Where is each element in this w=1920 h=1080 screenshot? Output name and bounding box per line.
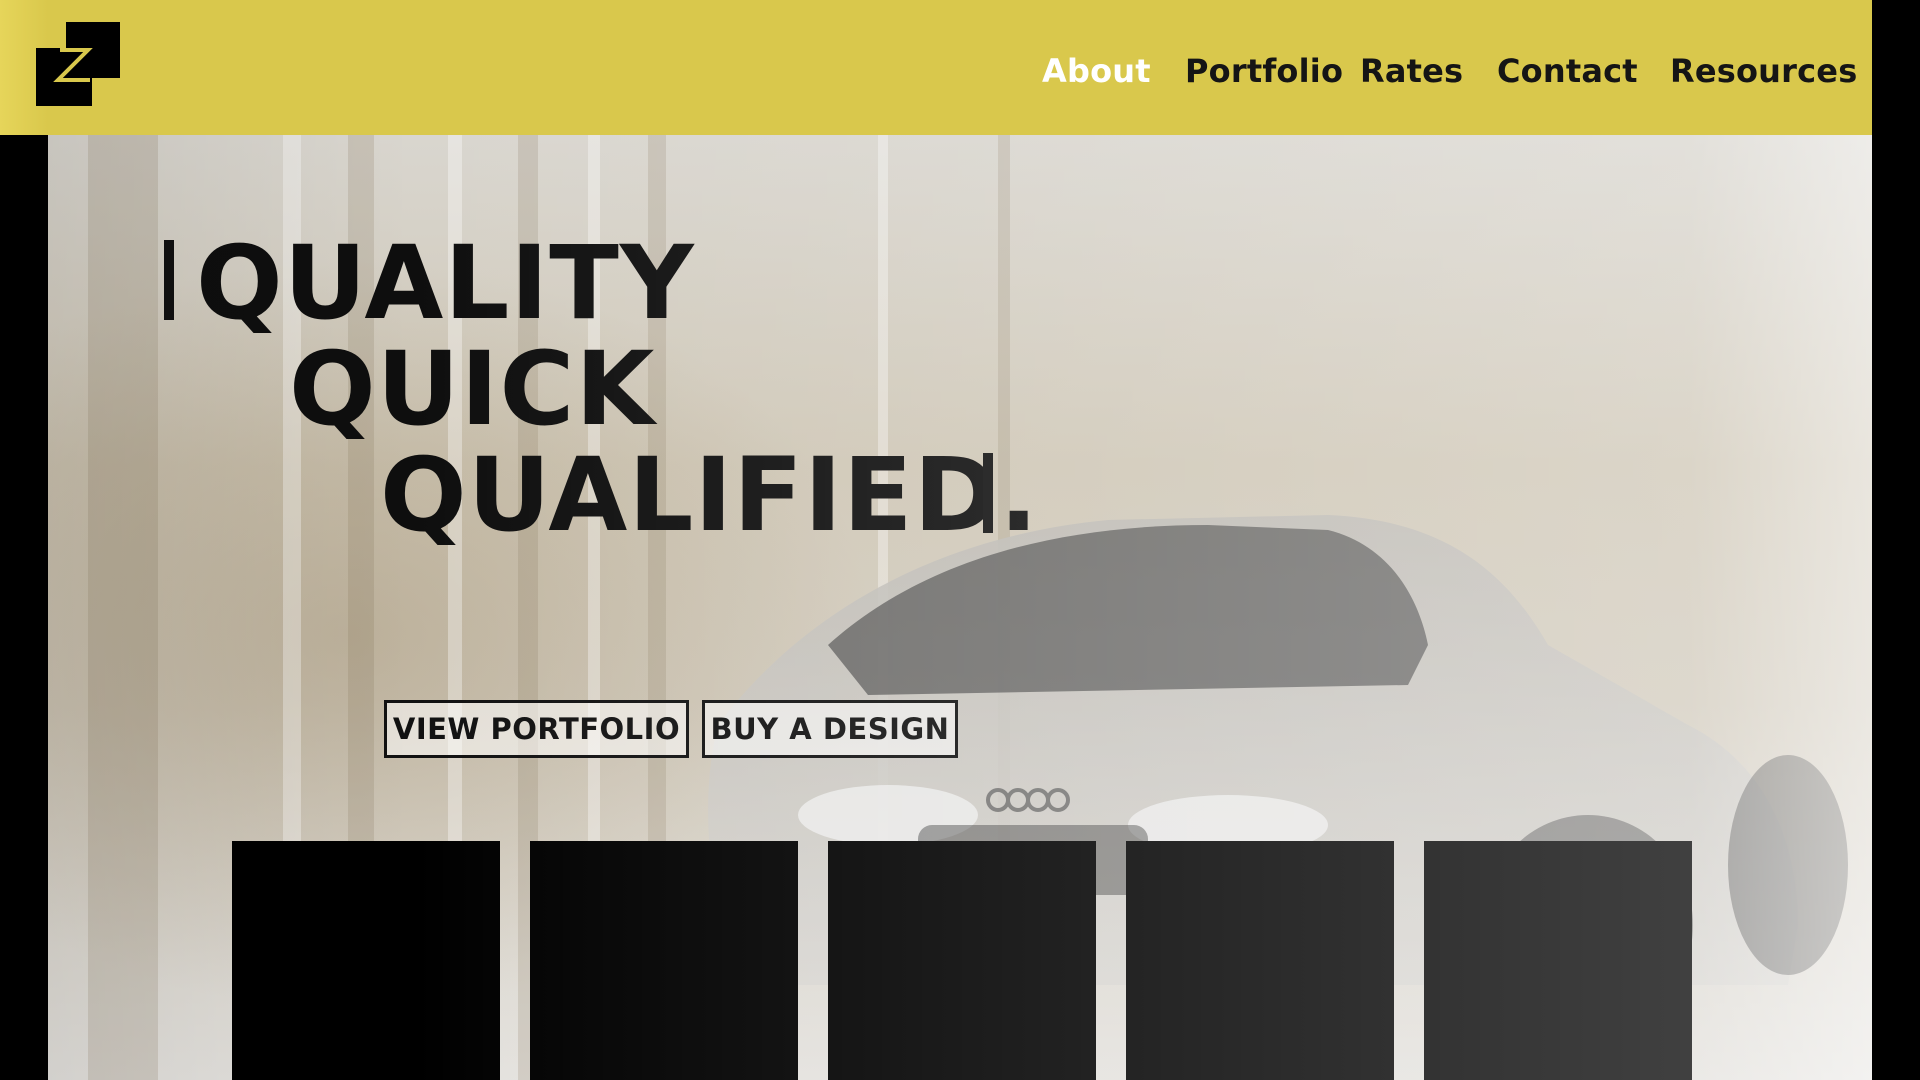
right-edge-bar bbox=[1872, 0, 1920, 1080]
text-cursor-end bbox=[983, 453, 993, 533]
buy-design-button[interactable]: BUY A DESIGN bbox=[702, 700, 958, 758]
portfolio-tile[interactable] bbox=[1126, 841, 1394, 1080]
headline-qualified: QUALIFIED. bbox=[380, 436, 1040, 555]
background-tree bbox=[88, 135, 158, 1080]
headline-quick: QUICK bbox=[289, 330, 656, 449]
nav-contact[interactable]: Contact bbox=[1497, 52, 1638, 90]
nav-portfolio[interactable]: Portfolio bbox=[1185, 52, 1343, 90]
portfolio-tile[interactable] bbox=[232, 841, 500, 1080]
portfolio-tile[interactable] bbox=[828, 841, 1096, 1080]
hero-section: QUALITY QUICK QUALIFIED. VIEW PORTFOLIO … bbox=[48, 135, 1872, 1080]
site-header: About Portfolio Rates Contact Resources bbox=[0, 0, 1872, 135]
nav-resources[interactable]: Resources bbox=[1670, 52, 1857, 90]
view-portfolio-button[interactable]: VIEW PORTFOLIO bbox=[384, 700, 689, 758]
text-cursor-start bbox=[164, 240, 174, 320]
portfolio-tile[interactable] bbox=[1424, 841, 1692, 1080]
main-nav: About Portfolio Rates Contact Resources bbox=[0, 52, 1872, 100]
nav-rates[interactable]: Rates bbox=[1360, 52, 1463, 90]
nav-about[interactable]: About bbox=[1042, 52, 1151, 90]
portfolio-tile[interactable] bbox=[530, 841, 798, 1080]
headline-quality: QUALITY bbox=[196, 224, 695, 343]
